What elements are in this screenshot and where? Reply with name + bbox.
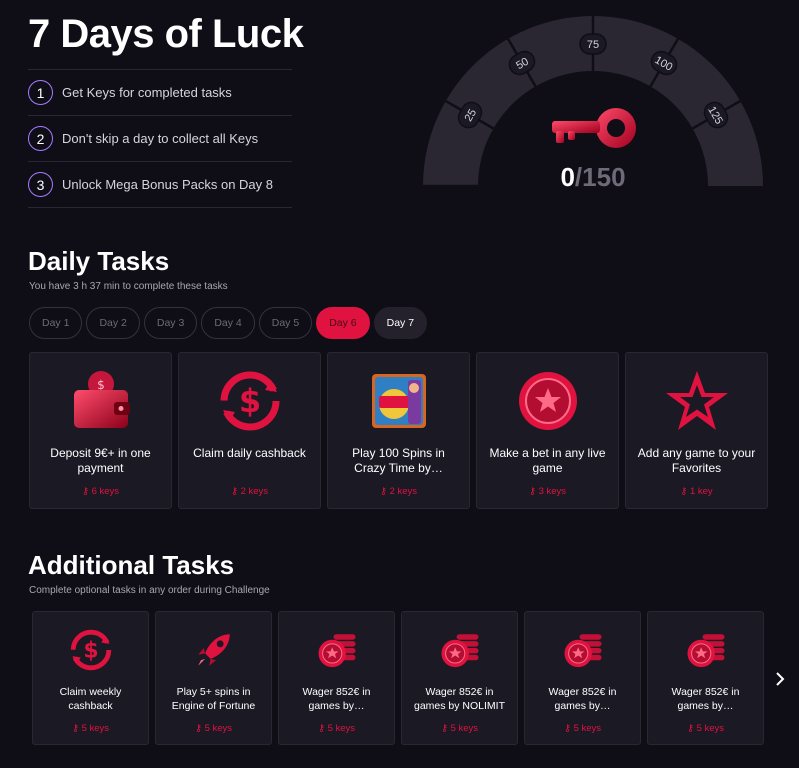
step-item: 1 Get Keys for completed tasks <box>28 70 292 116</box>
task-name: Wager 852€ in games by… <box>548 686 617 712</box>
chips-stack-icon <box>686 634 725 668</box>
steps-list: 1 Get Keys for completed tasks 2 Don't s… <box>28 69 292 208</box>
task-card-cashback[interactable]: $ Claim daily cashback ⚷ 2 keys <box>178 352 321 509</box>
task-card-live-bet[interactable]: Make a bet in any live game ⚷ 3 keys <box>476 352 619 509</box>
task-keys-count: 2 keys <box>389 486 418 497</box>
additional-tasks-subtitle: Complete optional tasks in any order dur… <box>29 585 270 596</box>
chip-icon <box>518 372 577 430</box>
task-name: Make a bet in any live game <box>489 446 606 475</box>
day-tabs: Day 1 Day 2 Day 3 Day 4 Day 5 Day 6 Day … <box>29 307 428 339</box>
step-number: 2 <box>28 126 53 151</box>
task-card-weekly-cashback[interactable]: $ Claim weekly cashback ⚷ 5 keys <box>32 611 149 745</box>
star-icon <box>665 371 728 430</box>
task-keys: ⚷ 5 keys <box>71 723 110 734</box>
step-item: 3 Unlock Mega Bonus Packs on Day 8 <box>28 162 292 208</box>
task-keys-count: 5 keys <box>81 723 110 734</box>
tab-day-7[interactable]: Day 7 <box>373 307 428 339</box>
daily-task-list: $ Deposit 9€+ in one payment ⚷ 6 keys $ … <box>29 352 768 509</box>
task-card-deposit[interactable]: $ Deposit 9€+ in one payment ⚷ 6 keys <box>29 352 172 509</box>
task-name: Deposit 9€+ in one payment <box>50 446 151 475</box>
task-name: Wager 852€ in games by… <box>302 686 371 712</box>
task-name: Play 100 Spins in Crazy Time by… <box>352 446 445 475</box>
tab-day-3[interactable]: Day 3 <box>143 307 198 339</box>
task-name: Add any game to your Favorites <box>637 446 756 475</box>
task-keys: ⚷ 5 keys <box>440 723 479 734</box>
step-text: Get Keys for completed tasks <box>62 85 232 100</box>
step-text: Don't skip a day to collect all Keys <box>62 131 259 146</box>
daily-tasks-title: Daily Tasks <box>28 246 170 276</box>
keys-counter: 0/150 <box>420 162 766 193</box>
task-card-favorites[interactable]: Add any game to your Favorites ⚷ 1 key <box>625 352 768 509</box>
task-keys: ⚷ 1 key <box>680 486 713 497</box>
chevron-right-icon <box>776 672 785 686</box>
gauge-tick: 75 <box>579 33 607 55</box>
additional-task-list: $ Claim weekly cashback ⚷ 5 keys Play 5+… <box>32 611 764 745</box>
crazy-time-icon <box>371 374 426 428</box>
tab-day-1[interactable]: Day 1 <box>29 307 83 339</box>
task-card-wager-nolimit[interactable]: Wager 852€ in games by NOLIMIT ⚷ 5 keys <box>401 611 518 745</box>
chips-stack-icon <box>440 634 479 668</box>
task-card-crazy-time[interactable]: Play 100 Spins in Crazy Time by… ⚷ 2 key… <box>327 352 470 509</box>
task-keys: ⚷ 5 keys <box>563 723 602 734</box>
tab-day-6[interactable]: Day 6 <box>316 307 370 339</box>
page-title: 7 Days of Luck <box>28 12 304 56</box>
step-item: 2 Don't skip a day to collect all Keys <box>28 116 292 162</box>
task-card-wager-4[interactable]: Wager 852€ in games by… ⚷ 5 keys <box>647 611 764 745</box>
task-keys: ⚷ 6 keys <box>81 486 120 497</box>
chips-stack-icon <box>563 634 602 668</box>
task-keys-count: 2 keys <box>240 486 269 497</box>
task-name: Claim weekly cashback <box>59 686 122 712</box>
step-number: 3 <box>28 172 53 197</box>
gauge-tick-label: 75 <box>587 39 599 51</box>
step-text: Unlock Mega Bonus Packs on Day 8 <box>62 177 273 192</box>
svg-text:$: $ <box>238 382 260 420</box>
step-number: 1 <box>28 80 53 105</box>
daily-tasks-subtitle: You have 3 h 37 min to complete these ta… <box>29 281 228 292</box>
task-keys: ⚷ 5 keys <box>194 723 233 734</box>
task-keys: ⚷ 2 keys <box>230 486 269 497</box>
task-name: Wager 852€ in games by… <box>671 686 740 712</box>
task-keys: ⚷ 5 keys <box>317 723 356 734</box>
task-keys: ⚷ 5 keys <box>686 723 725 734</box>
task-keys-count: 5 keys <box>327 723 356 734</box>
carousel-next-button[interactable] <box>771 668 789 690</box>
keys-current: 0 <box>560 162 575 192</box>
tab-day-2[interactable]: Day 2 <box>86 307 140 339</box>
task-keys-count: 3 keys <box>538 486 567 497</box>
tab-day-5[interactable]: Day 5 <box>258 307 313 339</box>
task-keys-count: 6 keys <box>91 486 120 497</box>
task-keys: ⚷ 3 keys <box>528 486 567 497</box>
cashback-icon: $ <box>220 371 279 431</box>
task-name: Wager 852€ in games by NOLIMIT <box>413 686 506 712</box>
task-card-engine-of-fortune[interactable]: Play 5+ spins in Engine of Fortune ⚷ 5 k… <box>155 611 272 745</box>
task-keys: ⚷ 2 keys <box>379 486 418 497</box>
wallet-icon: $ <box>73 371 130 428</box>
svg-text:$: $ <box>83 639 98 664</box>
additional-tasks-title: Additional Tasks <box>28 550 235 580</box>
task-card-wager-3[interactable]: Wager 852€ in games by… ⚷ 5 keys <box>524 611 641 745</box>
key-icon <box>552 108 636 148</box>
task-card-wager-1[interactable]: Wager 852€ in games by… ⚷ 5 keys <box>278 611 395 745</box>
task-keys-count: 1 key <box>689 486 713 497</box>
task-keys-count: 5 keys <box>450 723 479 734</box>
keys-max: /150 <box>574 162 626 192</box>
rocket-icon <box>197 634 230 666</box>
chips-stack-icon <box>317 634 356 668</box>
task-keys-count: 5 keys <box>696 723 725 734</box>
task-name: Play 5+ spins in Engine of Fortune <box>171 686 256 712</box>
cashback-icon: $ <box>70 629 111 671</box>
task-keys-count: 5 keys <box>204 723 233 734</box>
task-keys-count: 5 keys <box>573 723 602 734</box>
task-name: Claim daily cashback <box>193 446 306 460</box>
svg-text:$: $ <box>97 378 105 392</box>
tab-day-4[interactable]: Day 4 <box>201 307 255 339</box>
